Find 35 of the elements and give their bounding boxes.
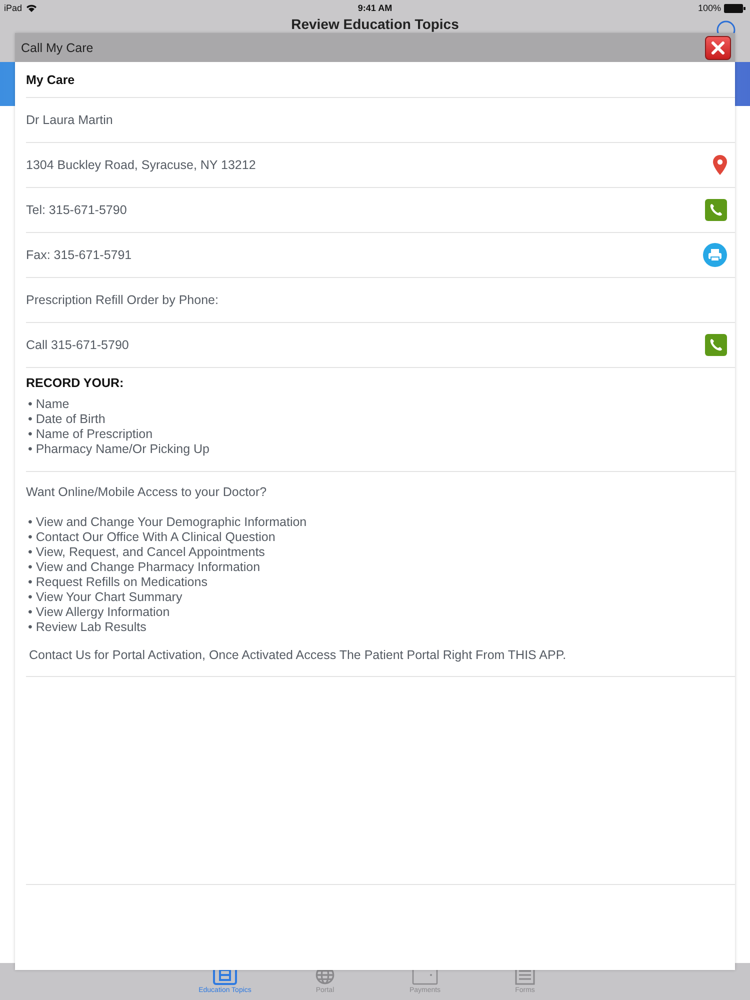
contact-text: Fax: 315-671-5791 [26,248,132,262]
printer-icon[interactable] [703,243,727,267]
battery-icon [724,4,746,12]
map-pin-icon[interactable] [713,155,727,175]
status-time: 9:41 AM [356,3,394,13]
device-name: iPad [4,3,22,13]
list-item: • Contact Our Office With A Clinical Question [27,530,276,545]
close-icon [711,40,725,54]
question-text: Want Online/Mobile Access to your Doctor? [26,485,267,499]
list-item: • View, Request, and Cancel Appointments [27,545,265,560]
list-item: • View and Change Your Demographic Information [27,515,307,530]
list-item: • Name [27,397,70,412]
list-item: • View Allergy Information [27,605,170,620]
section-heading: RECORD YOUR: [26,376,124,390]
close-button[interactable] [705,36,731,60]
list-item: • Name of Prescription [27,427,153,442]
contact-text: Dr Laura Martin [26,113,113,127]
contact-text: Tel: 315-671-5790 [26,203,127,217]
modal-title: Call My Care [21,40,94,54]
nav-title: Review Education Topics [291,16,459,32]
phone-icon[interactable] [705,334,727,356]
note-text: Contact Us for Portal Activation, Once Activated Access The Patient Portal Right From THIS APP. [28,648,566,662]
contact-text: Prescription Refill Order by Phone: [26,293,218,307]
section-heading: My Care [26,62,735,98]
list-item: • Pharmacy Name/Or Picking Up [27,442,210,457]
list-item: • Review Lab Results [27,620,146,635]
contact-text: Call 315-671-5790 [26,338,129,352]
list-item: • Request Refills on Medications [27,575,208,590]
wifi-icon [26,4,38,12]
battery-percent: 100% [698,3,721,13]
list-item: • Date of Birth [27,412,106,427]
contact-text: 1304 Buckley Road, Syracuse, NY 13212 [26,158,256,172]
list-item: • View and Change Pharmacy Information [27,560,260,575]
list-item: • View Your Chart Summary [27,590,182,605]
phone-icon[interactable] [705,199,727,221]
